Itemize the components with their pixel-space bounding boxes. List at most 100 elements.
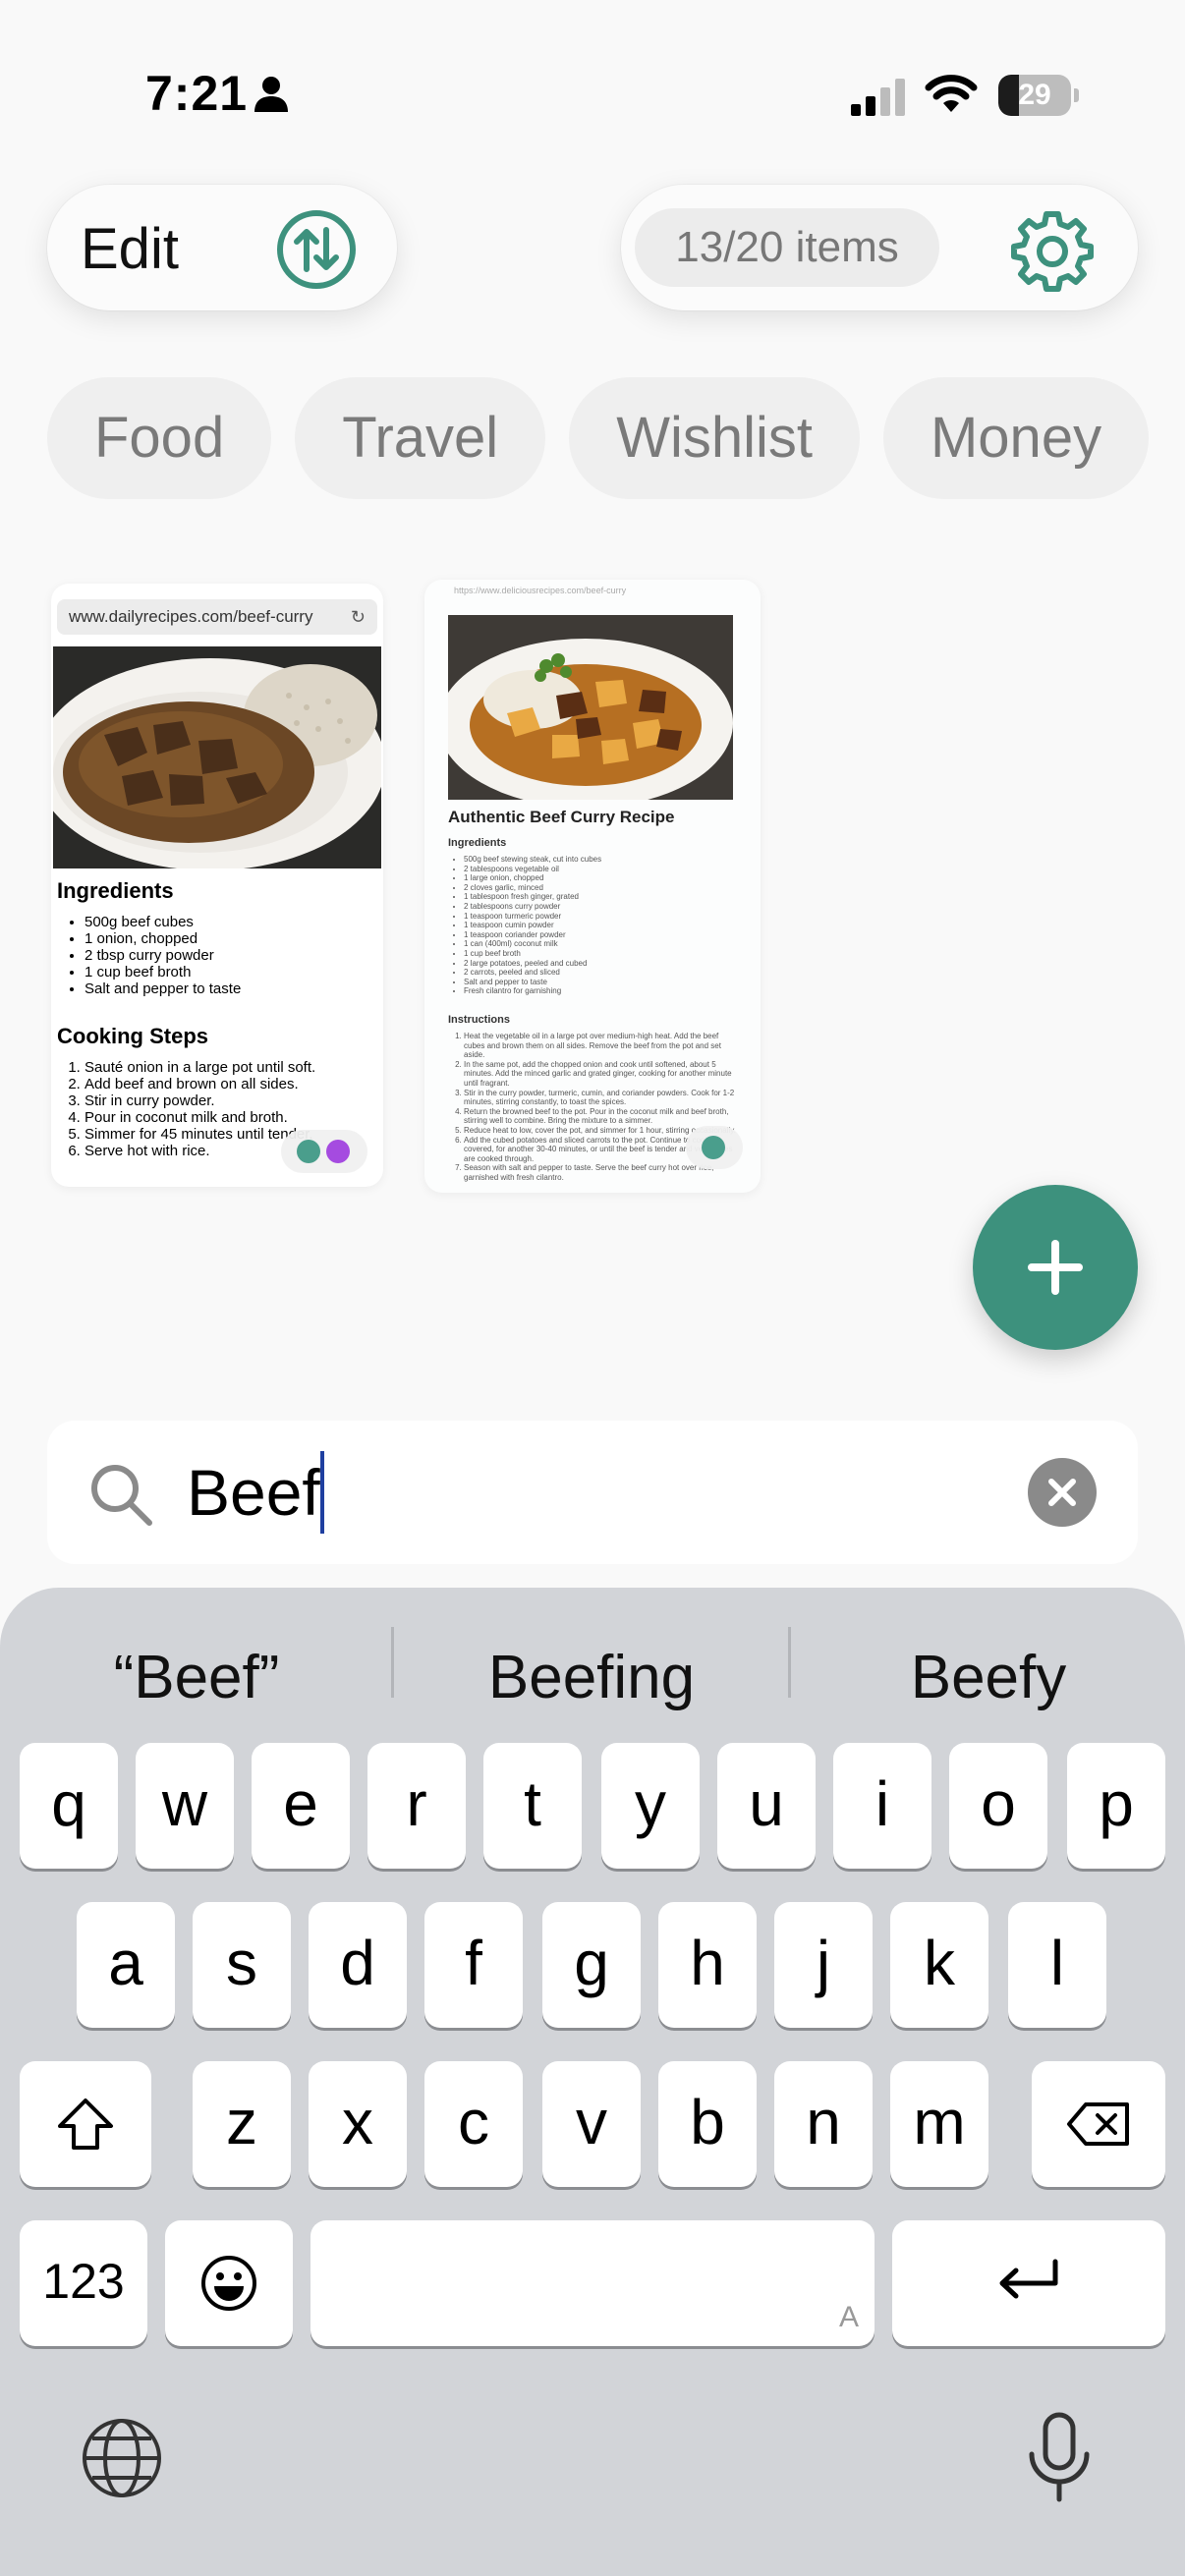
- key-w[interactable]: w: [136, 1743, 234, 1869]
- suggestion-1[interactable]: “Beef”: [0, 1629, 393, 1727]
- chip-money[interactable]: Money: [882, 377, 1150, 499]
- wifi-icon: [925, 75, 978, 112]
- key-b[interactable]: b: [658, 2061, 757, 2187]
- clear-search-button[interactable]: [1028, 1458, 1097, 1527]
- microphone-icon[interactable]: [1022, 2411, 1097, 2505]
- delete-key[interactable]: [1032, 2061, 1165, 2187]
- key-p[interactable]: p: [1067, 1743, 1165, 1869]
- search-input-value: Beef: [187, 1456, 320, 1529]
- backspace-icon: [1067, 2102, 1129, 2146]
- key-r[interactable]: r: [367, 1743, 466, 1869]
- suggestion-3[interactable]: Beefy: [792, 1629, 1185, 1727]
- list-item: 1 tablespoon fresh ginger, grated: [464, 892, 739, 902]
- items-toolbar: 13/20 items: [621, 185, 1138, 310]
- status-time: 7:21: [145, 66, 249, 121]
- ingredients-heading: Ingredients: [57, 878, 174, 903]
- key-v[interactable]: v: [542, 2061, 641, 2187]
- list-item: 500g beef stewing steak, cut into cubes: [464, 855, 739, 865]
- list-item: 1 teaspoon cumin powder: [464, 921, 739, 930]
- key-m[interactable]: m: [890, 2061, 988, 2187]
- suggestion-2[interactable]: Beefing: [395, 1629, 788, 1727]
- key-d[interactable]: d: [309, 1902, 407, 2028]
- refresh-icon: ↻: [350, 607, 366, 627]
- list-item: Salt and pepper to taste: [464, 978, 739, 987]
- list-item: 1 teaspoon coriander powder: [464, 930, 739, 940]
- key-y[interactable]: y: [601, 1743, 700, 1869]
- list-item: 1 teaspoon turmeric powder: [464, 912, 739, 922]
- key-e[interactable]: e: [252, 1743, 350, 1869]
- tag-dot: [702, 1136, 725, 1159]
- cooking-steps-heading: Cooking Steps: [57, 1024, 209, 1048]
- key-z[interactable]: z: [193, 2061, 291, 2187]
- card-url: www.dailyrecipes.com/beef-curry: [69, 607, 313, 626]
- list-item: Salt and pepper to taste: [85, 980, 241, 997]
- key-h[interactable]: h: [658, 1902, 757, 2028]
- sort-icon[interactable]: [275, 208, 358, 291]
- category-chips: Food Travel Wishlist Money: [47, 377, 1185, 499]
- list-item: Stir in curry powder.: [85, 1092, 315, 1109]
- shift-key[interactable]: [20, 2061, 151, 2187]
- list-item: Simmer for 45 minutes until tender.: [85, 1126, 315, 1143]
- key-l[interactable]: l: [1008, 1902, 1106, 2028]
- edit-button[interactable]: Edit: [81, 216, 179, 282]
- recipe-card-2[interactable]: https://www.deliciousrecipes.com/beef-cu…: [424, 580, 761, 1193]
- chip-travel[interactable]: Travel: [295, 377, 546, 499]
- space-key[interactable]: A: [310, 2220, 875, 2346]
- list-item: In the same pot, add the chopped onion a…: [464, 1060, 739, 1089]
- key-n[interactable]: n: [774, 2061, 873, 2187]
- chip-wishlist[interactable]: Wishlist: [569, 377, 860, 499]
- tag-dot: [326, 1140, 350, 1163]
- shift-icon: [58, 2099, 113, 2150]
- return-key[interactable]: [892, 2220, 1165, 2346]
- list-item: 1 large onion, chopped: [464, 873, 739, 883]
- recipe-card-1[interactable]: www.dailyrecipes.com/beef-curry ↻ Ingred…: [51, 584, 383, 1187]
- battery-icon: 29: [998, 75, 1079, 116]
- list-item: Stir in the curry powder, turmeric, cumi…: [464, 1089, 739, 1107]
- emoji-icon: [201, 2256, 256, 2311]
- instructions-heading: Instructions: [448, 1014, 510, 1026]
- list-item: 500g beef cubes: [85, 914, 241, 930]
- search-input[interactable]: Beef: [187, 1450, 1022, 1535]
- edit-toolbar: Edit: [47, 185, 397, 310]
- return-icon: [999, 2259, 1058, 2299]
- key-f[interactable]: f: [424, 1902, 523, 2028]
- signal-icon: [851, 79, 905, 116]
- battery-level: 29: [1018, 79, 1051, 111]
- list-item: 1 cup beef broth: [464, 949, 739, 959]
- key-u[interactable]: u: [717, 1743, 816, 1869]
- close-icon: [1048, 1479, 1076, 1506]
- space-hint: A: [838, 2301, 859, 2333]
- list-item: Sauté onion in a large pot until soft.: [85, 1059, 315, 1076]
- list-item: 2 large potatoes, peeled and cubed: [464, 959, 739, 969]
- recipe-title: Authentic Beef Curry Recipe: [448, 808, 675, 826]
- key-q[interactable]: q: [20, 1743, 118, 1869]
- key-k[interactable]: k: [890, 1902, 988, 2028]
- gear-icon[interactable]: [1008, 206, 1097, 295]
- cooking-steps-list: Sauté onion in a large pot until soft. A…: [71, 1059, 315, 1159]
- curry-rice-image: [53, 646, 381, 868]
- key-i[interactable]: i: [833, 1743, 931, 1869]
- list-item: 2 carrots, peeled and sliced: [464, 968, 739, 978]
- add-button[interactable]: [973, 1185, 1138, 1350]
- chip-food[interactable]: Food: [47, 377, 272, 499]
- key-x[interactable]: x: [309, 2061, 407, 2187]
- search-bar: Beef: [47, 1421, 1138, 1564]
- tag-dots: [281, 1130, 367, 1173]
- key-t[interactable]: t: [483, 1743, 582, 1869]
- list-item: Pour in coconut milk and broth.: [85, 1109, 315, 1126]
- card-url-bar: www.dailyrecipes.com/beef-curry ↻: [57, 599, 377, 635]
- key-j[interactable]: j: [774, 1902, 873, 2028]
- tag-dot: [297, 1140, 320, 1163]
- key-g[interactable]: g: [542, 1902, 641, 2028]
- ingredients-list: 500g beef stewing steak, cut into cubes …: [454, 855, 739, 996]
- numbers-key[interactable]: 123: [20, 2220, 147, 2346]
- key-a[interactable]: a: [77, 1902, 175, 2028]
- list-item: 2 tablespoons vegetable oil: [464, 865, 739, 874]
- key-s[interactable]: s: [193, 1902, 291, 2028]
- tag-dots: [686, 1126, 743, 1169]
- emoji-key[interactable]: [165, 2220, 293, 2346]
- globe-icon[interactable]: [81, 2417, 163, 2499]
- list-item: Return the browned beef to the pot. Pour…: [464, 1107, 739, 1126]
- key-o[interactable]: o: [949, 1743, 1047, 1869]
- key-c[interactable]: c: [424, 2061, 523, 2187]
